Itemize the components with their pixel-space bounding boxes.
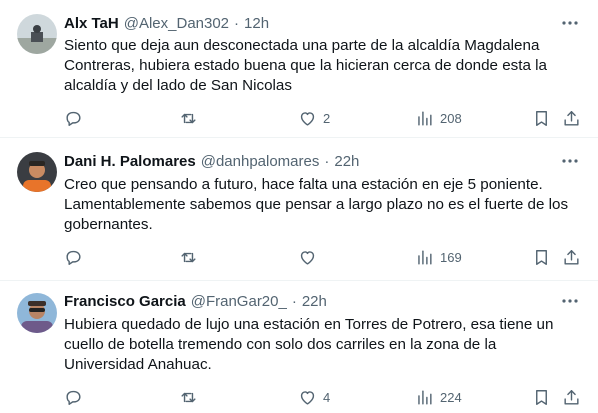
views-count: 208: [440, 110, 462, 126]
separator-dot: ·: [234, 14, 240, 32]
reply-button[interactable]: [64, 387, 89, 407]
retweet-icon: [181, 392, 196, 402]
views-button[interactable]: 208: [415, 108, 462, 128]
views-chart-icon: [418, 249, 432, 265]
bookmark-icon: [536, 249, 547, 265]
share-button[interactable]: [562, 387, 581, 407]
avatar[interactable]: [17, 14, 57, 54]
reply-icon: [66, 390, 81, 405]
tweet-actions: 2 208: [64, 108, 584, 128]
tweet-text-line: Siento que deja aun desconectada una par…: [64, 37, 540, 54]
share-icon: [564, 249, 579, 265]
views-count: 224: [440, 389, 462, 405]
tweet-text-line: alcaldía y del lado de San Nicolas: [64, 77, 292, 95]
separator-dot: ·: [324, 152, 330, 170]
tweet-header: Francisco Garcia @FranGar20_ · 22h: [64, 291, 558, 311]
like-count: 2: [323, 110, 331, 126]
timestamp[interactable]: 22h: [334, 153, 359, 170]
reply-button[interactable]: [64, 108, 89, 128]
retweet-button[interactable]: [179, 108, 204, 128]
more-options-icon[interactable]: [560, 13, 580, 33]
bookmark-button[interactable]: [532, 247, 551, 267]
retweet-icon: [181, 113, 196, 123]
more-options-icon[interactable]: [560, 291, 580, 311]
share-button[interactable]: [562, 247, 581, 267]
tweet-text-line: Contreras, hubiera estado buena que la h…: [64, 57, 547, 75]
share-icon: [564, 110, 579, 126]
separator-dot: ·: [291, 292, 297, 310]
like-button[interactable]: [298, 247, 323, 267]
user-handle[interactable]: @danhpalomares: [201, 153, 320, 170]
timestamp[interactable]: 12h: [244, 15, 269, 32]
tweet-text: Creo que pensando a futuro, hace falta u…: [64, 175, 569, 236]
display-name[interactable]: Dani H. Palomares: [64, 153, 196, 170]
like-button[interactable]: 4: [298, 387, 330, 407]
display-name[interactable]: Francisco Garcia: [64, 293, 186, 310]
tweet-actions: 169: [64, 247, 584, 267]
views-button[interactable]: 224: [415, 387, 462, 407]
bookmark-icon: [536, 110, 547, 126]
heart-icon: [300, 250, 315, 265]
more-options-icon[interactable]: [560, 151, 580, 171]
user-handle[interactable]: @FranGar20_: [191, 293, 287, 310]
views-chart-icon: [418, 389, 432, 405]
display-name[interactable]: Alx TaH: [64, 15, 119, 32]
tweet-text: Siento que deja aun desconectada una par…: [64, 36, 564, 97]
avatar[interactable]: [17, 152, 57, 192]
tweet-text-line: Universidad Anahuac.: [64, 356, 212, 374]
tweet-actions: 4 224: [64, 387, 584, 407]
tweet-text-line: Creo que pensando a futuro, hace falta u…: [64, 176, 543, 193]
tweet-text-line: cuello de botella tremendo con solo dos …: [64, 336, 497, 354]
tweet-text-line: Lamentablemente sabemos que pensar a lar…: [64, 196, 569, 214]
tweet-header: Alx TaH @Alex_Dan302 · 12h: [64, 13, 558, 33]
like-button[interactable]: 2: [298, 108, 330, 128]
retweet-icon: [181, 252, 196, 262]
retweet-button[interactable]: [179, 247, 204, 267]
tweet-text-line: Hubiera quedado de lujo una estación en …: [64, 316, 554, 333]
heart-icon: [300, 390, 315, 405]
user-handle[interactable]: @Alex_Dan302: [124, 15, 229, 32]
tweet[interactable]: Alx TaH @Alex_Dan302 · 12h Siento que de…: [0, 0, 598, 138]
reply-button[interactable]: [64, 247, 89, 267]
bookmark-icon: [536, 389, 547, 405]
retweet-button[interactable]: [179, 387, 204, 407]
views-count: 169: [440, 249, 462, 265]
share-button[interactable]: [562, 108, 581, 128]
timestamp[interactable]: 22h: [302, 293, 327, 310]
bookmark-button[interactable]: [532, 387, 551, 407]
tweet-feed: Alx TaH @Alex_Dan302 · 12h Siento que de…: [0, 0, 598, 413]
reply-icon: [66, 250, 81, 265]
views-button[interactable]: 169: [415, 247, 462, 267]
avatar[interactable]: [17, 293, 57, 333]
tweet-text: Hubiera quedado de lujo una estación en …: [64, 315, 564, 376]
like-count: 4: [323, 389, 331, 405]
tweet-text-line: gobernantes.: [64, 216, 153, 234]
bookmark-button[interactable]: [532, 108, 551, 128]
reply-icon: [66, 111, 81, 126]
views-chart-icon: [418, 110, 432, 126]
tweet[interactable]: Dani H. Palomares @danhpalomares · 22h C…: [0, 138, 598, 281]
tweet[interactable]: Francisco Garcia @FranGar20_ · 22h Hubie…: [0, 281, 598, 413]
heart-icon: [300, 111, 315, 126]
share-icon: [564, 389, 579, 405]
tweet-header: Dani H. Palomares @danhpalomares · 22h: [64, 151, 558, 171]
